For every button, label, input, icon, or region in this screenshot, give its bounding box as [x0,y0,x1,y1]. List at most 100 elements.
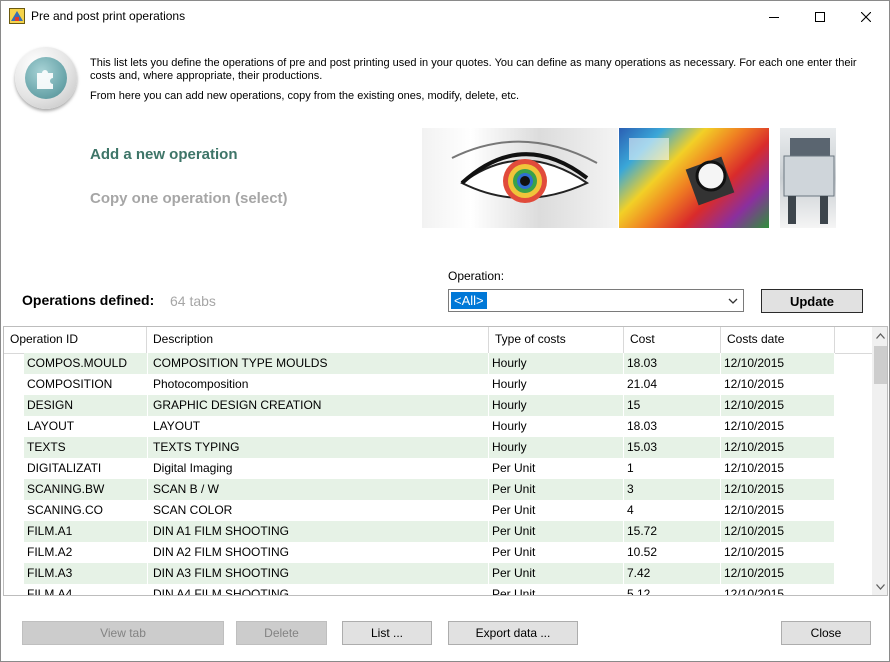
add-operation-link[interactable]: Add a new operation [90,146,238,163]
cell-cost: 15.03 [624,437,721,458]
cell-cost: 1 [624,458,721,479]
table-row[interactable]: DESIGN GRAPHIC DESIGN CREATION Hourly 15 12/… [24,395,835,416]
export-data-button[interactable]: Export data ... [448,621,578,645]
table-row[interactable]: FILM.A2 DIN A2 FILM SHOOTING Per Unit 10.52… [24,542,835,563]
close-button[interactable]: Close [781,621,871,645]
chevron-down-icon [728,298,738,304]
cell-operation-id: FILM.A2 [24,542,148,563]
table-row[interactable]: TEXTS TEXTS TYPING Hourly 15.03 12/10/2015 [24,437,835,458]
cell-operation-id: COMPOS.MOULD [24,353,148,374]
cell-costs-date: 12/10/2015 [721,374,835,395]
cell-description: Digital Imaging [150,458,489,479]
column-type-of-costs[interactable]: Type of costs [489,327,624,353]
scroll-up-button[interactable] [872,327,887,344]
cell-costs-date: 12/10/2015 [721,500,835,521]
cell-costs-date: 12/10/2015 [721,563,835,584]
chevron-up-icon [876,332,885,339]
table-row[interactable]: FILM.A3 DIN A3 FILM SHOOTING Per Unit 7.42 1… [24,563,835,584]
cell-cost: 21.04 [624,374,721,395]
cell-costs-date: 12/10/2015 [721,479,835,500]
cell-type-of-costs: Hourly [489,374,624,395]
scroll-thumb[interactable] [874,346,887,384]
cell-description: SCAN COLOR [150,500,489,521]
cell-operation-id: DIGITALIZATI [24,458,148,479]
table-row[interactable]: DIGITALIZATI Digital Imaging Per Unit 1 12/1… [24,458,835,479]
window-title: Pre and post print operations [31,9,186,23]
delete-button[interactable]: Delete [236,621,327,645]
operations-count: 64 tabs [170,293,216,309]
cell-operation-id: SCANING.BW [24,479,148,500]
puzzle-icon-container [25,57,67,99]
puzzle-icon [37,70,53,89]
cell-costs-date: 12/10/2015 [721,395,835,416]
cell-description: GRAPHIC DESIGN CREATION [150,395,489,416]
cell-costs-date: 12/10/2015 [721,584,835,595]
printing-machine-image [780,128,836,228]
cell-type-of-costs: Per Unit [489,479,624,500]
cell-cost: 10.52 [624,542,721,563]
cell-type-of-costs: Per Unit [489,542,624,563]
table-body: COMPOS.MOULD COMPOSITION TYPE MOULDS Hourl… [4,353,872,595]
cell-cost: 4 [624,500,721,521]
info-text: This list lets you define the operations… [90,57,865,103]
machine-icon [783,138,835,224]
cell-type-of-costs: Per Unit [489,500,624,521]
minimize-button[interactable] [751,1,797,32]
close-icon [861,11,871,22]
cell-cost: 18.03 [624,353,721,374]
cell-type-of-costs: Hourly [489,416,624,437]
table-row[interactable]: LAYOUT LAYOUT Hourly 18.03 12/10/2015 [24,416,835,437]
column-operation-id[interactable]: Operation ID [4,327,147,353]
table-row[interactable]: SCANING.CO SCAN COLOR Per Unit 4 12/10/2015 [24,500,835,521]
cell-operation-id: COMPOSITION [24,374,148,395]
operations-defined-label: Operations defined: [22,292,155,308]
cell-costs-date: 12/10/2015 [721,353,835,374]
cell-operation-id: FILM.A3 [24,563,148,584]
list-button[interactable]: List ... [342,621,432,645]
maximize-icon [815,11,825,22]
scroll-down-button[interactable] [872,578,887,595]
cell-description: LAYOUT [150,416,489,437]
cell-costs-date: 12/10/2015 [721,437,835,458]
table-scrollbar[interactable] [872,327,887,595]
cell-type-of-costs: Hourly [489,395,624,416]
table-row[interactable]: COMPOS.MOULD COMPOSITION TYPE MOULDS Hourl… [24,353,835,374]
operation-filter-select[interactable]: <All> [448,289,744,312]
cell-type-of-costs: Per Unit [489,563,624,584]
info-line-1: This list lets you define the operations… [90,57,857,82]
cell-operation-id: DESIGN [24,395,148,416]
cell-description: DIN A3 FILM SHOOTING [150,563,489,584]
view-tab-button[interactable]: View tab [22,621,224,645]
cell-cost: 5.12 [624,584,721,595]
column-costs-date[interactable]: Costs date [721,327,835,353]
table-row[interactable]: COMPOSITION Photocomposition Hourly 21.04 12… [24,374,835,395]
cell-operation-id: LAYOUT [24,416,148,437]
table-row[interactable]: FILM.A4 DIN A4 FILM SHOOTING Per Unit 5.12 1… [24,584,835,595]
cell-costs-date: 12/10/2015 [721,521,835,542]
banner-images [422,128,836,228]
title-bar: Pre and post print operations [1,1,889,32]
column-cost[interactable]: Cost [624,327,721,353]
cell-operation-id: FILM.A1 [24,521,148,542]
loupe-icon [629,138,735,206]
cell-description: DIN A2 FILM SHOOTING [150,542,489,563]
column-description[interactable]: Description [147,327,489,353]
table-row[interactable]: SCANING.BW SCAN B / W Per Unit 3 12/10/2015 [24,479,835,500]
table-row[interactable]: FILM.A1 DIN A1 FILM SHOOTING Per Unit 15.72… [24,521,835,542]
close-window-button[interactable] [843,1,889,32]
table-header: Operation ID Description Type of costs C… [4,327,872,354]
update-button[interactable]: Update [761,289,863,313]
cell-type-of-costs: Per Unit [489,458,624,479]
eye-icon [451,140,598,203]
maximize-button[interactable] [797,1,843,32]
cell-cost: 15 [624,395,721,416]
color-charts-image [619,128,769,228]
chevron-down-icon [876,583,885,590]
cell-costs-date: 12/10/2015 [721,542,835,563]
copy-operation-link[interactable]: Copy one operation (select) [90,190,288,207]
cell-operation-id: TEXTS [24,437,148,458]
cell-description: TEXTS TYPING [150,437,489,458]
cell-cost: 15.72 [624,521,721,542]
cell-type-of-costs: Per Unit [489,584,624,595]
cell-operation-id: SCANING.CO [24,500,148,521]
